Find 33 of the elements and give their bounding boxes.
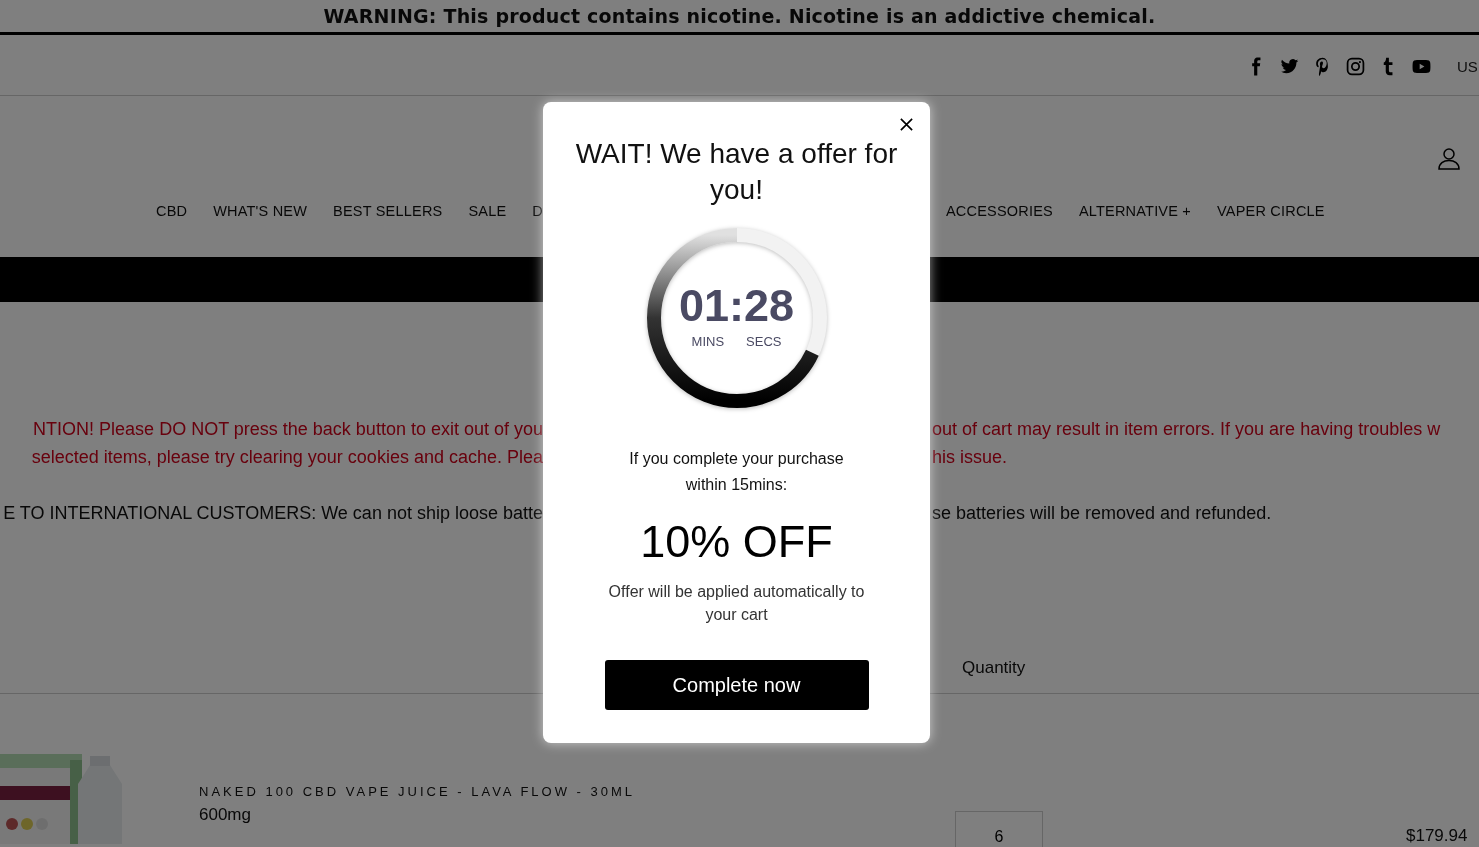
- warning-text: WARNING: This product contains nicotine. Nicotine is an addictive chemical.: [323, 5, 1156, 27]
- notice-text: NTION! Please DO NOT press the back button to exit out of you: [33, 418, 543, 441]
- currency-selector[interactable]: US: [1457, 57, 1479, 75]
- nav-link[interactable]: SALE: [468, 203, 507, 219]
- notice-text: selected items, please try clearing your cookies and cache. Plea: [31, 446, 543, 469]
- popup-title: WAIT! We have a offer for you!: [574, 137, 899, 207]
- nav-link[interactable]: ACCESSORIES: [946, 203, 1053, 219]
- nav-link[interactable]: WHAT'S NEW: [213, 203, 308, 219]
- nav-link[interactable]: CBD: [155, 203, 188, 219]
- column-header: Quantity: [962, 658, 1026, 678]
- nav-link[interactable]: BEST SELLERS: [333, 203, 443, 219]
- notice-text: his issue.: [932, 446, 1008, 469]
- account-icon[interactable]: [1437, 146, 1461, 170]
- instagram-icon[interactable]: [1346, 56, 1365, 76]
- notice-text: E TO INTERNATIONAL CUSTOMERS: We can not ship loose batte: [3, 502, 543, 525]
- product-title[interactable]: NAKED 100 CBD VAPE JUICE - LAVA FLOW - 30ML: [199, 784, 879, 799]
- minutes-label: MINS: [691, 334, 725, 349]
- notice-text: se batteries will be removed and refunded.: [932, 502, 1272, 525]
- nav-link[interactable]: D: [532, 203, 543, 219]
- complete-now-button[interactable]: Complete now: [604, 660, 869, 710]
- seconds-label: SECS: [746, 334, 782, 349]
- discount-text: 10% OFF: [640, 516, 833, 568]
- product-price: $179.94: [1406, 826, 1468, 846]
- offer-note: Offer will be applied automatically to your cart: [607, 582, 866, 625]
- nav-link[interactable]: VAPER CIRCLE: [1217, 203, 1325, 219]
- quantity-field[interactable]: 6: [955, 811, 1043, 847]
- countdown-time: 01:28: [678, 280, 795, 332]
- notice-text: out of cart may result in item errors. If you are having troubles w: [932, 418, 1441, 441]
- product-variant: 600mg: [199, 805, 252, 825]
- twitter-icon[interactable]: [1280, 56, 1299, 76]
- offer-condition: If you complete your purchase within 15mins:: [628, 449, 845, 495]
- nav-link[interactable]: ALTERNATIVE +: [1078, 203, 1191, 219]
- close-icon[interactable]: [899, 117, 914, 132]
